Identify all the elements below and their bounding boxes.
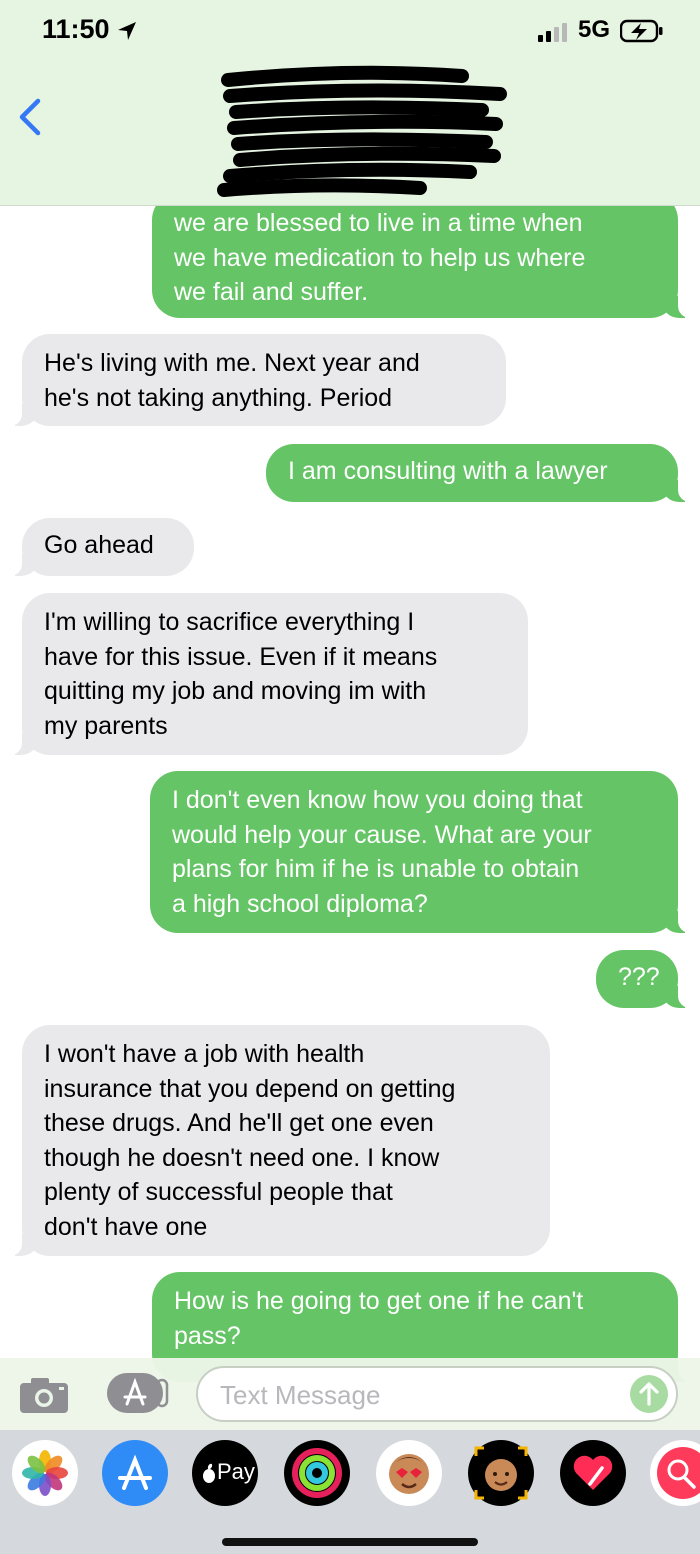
activity-icon[interactable] <box>284 1440 350 1506</box>
message-bubble-received[interactable]: I'm willing to sacrifice everything I ha… <box>8 593 528 755</box>
chevron-left-icon[interactable] <box>10 95 50 139</box>
network-type: 5G <box>578 16 611 43</box>
digital-touch-icon[interactable] <box>560 1440 626 1506</box>
message-bubble-sent[interactable]: we are blessed to live in a time when we… <box>152 192 692 318</box>
message-bubble-sent[interactable]: ??? <box>596 950 692 1008</box>
photos-icon[interactable] <box>12 1440 78 1506</box>
conversation-header: 11:50 5G <box>0 0 700 206</box>
imessage-app-drawer: Pay <box>0 1430 700 1554</box>
message-input-placeholder: Text Message <box>220 1380 381 1410</box>
memoji-icon[interactable] <box>468 1440 534 1506</box>
apple-pay-icon[interactable]: Pay <box>192 1440 258 1506</box>
location-arrow-icon <box>118 22 136 40</box>
compose-bar: Text Message <box>0 1358 700 1430</box>
message-bubble-sent[interactable]: I don't even know how you doing that wou… <box>150 771 692 933</box>
message-bubble-received[interactable]: I won't have a job with health insurance… <box>8 1025 550 1256</box>
app-store-icon[interactable] <box>104 1370 170 1416</box>
memoji-stickers-icon[interactable] <box>376 1440 442 1506</box>
web-search-icon[interactable] <box>650 1440 700 1506</box>
cellular-signal-icon <box>538 22 570 42</box>
redacted-contact-name <box>217 65 507 197</box>
battery-charging-icon <box>620 19 663 43</box>
send-arrow-icon[interactable] <box>630 1375 668 1413</box>
camera-icon[interactable] <box>17 1374 71 1416</box>
apple-pay-label: Pay <box>217 1459 255 1484</box>
home-indicator[interactable] <box>222 1538 478 1546</box>
message-input[interactable]: Text Message <box>196 1366 678 1422</box>
status-time: 11:50 <box>42 14 110 44</box>
message-thread[interactable]: we are blessed to live in a time when we… <box>0 0 700 1554</box>
message-bubble-sent[interactable]: I am consulting with a lawyer <box>266 444 692 502</box>
message-bubble-received[interactable]: He's living with me. Next year and he's … <box>8 334 506 426</box>
app-store-icon[interactable] <box>102 1440 168 1506</box>
message-bubble-received[interactable]: Go ahead <box>8 518 194 576</box>
